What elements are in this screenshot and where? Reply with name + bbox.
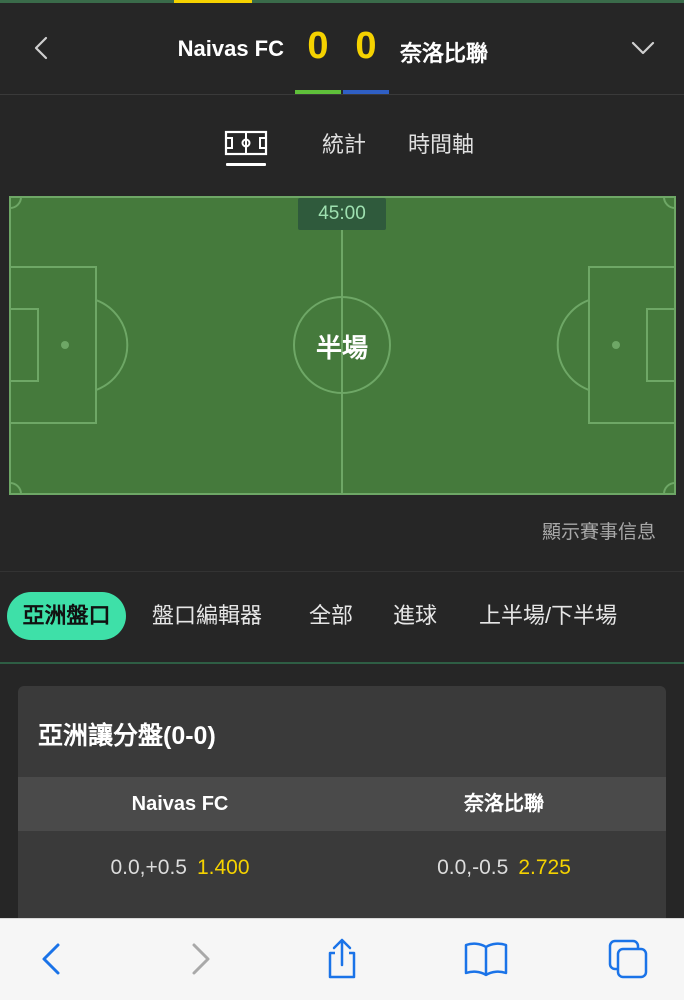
divider bbox=[0, 662, 684, 664]
market-title: 亞洲讓分盤(0-0) bbox=[38, 722, 216, 750]
away-team-name: 奈洛比聯 bbox=[400, 41, 489, 66]
tab-stats[interactable]: 統計 bbox=[322, 127, 366, 159]
active-tab-underline bbox=[226, 163, 266, 166]
odds-price: 2.725 bbox=[518, 856, 571, 879]
away-team-color-bar bbox=[343, 90, 389, 94]
handicap-line: 0.0,-0.5 bbox=[437, 856, 509, 879]
market-tab-goals[interactable]: 進球 bbox=[393, 592, 437, 640]
away-score: 0 bbox=[355, 25, 377, 67]
view-tabs: 統計 時間軸 bbox=[0, 118, 684, 178]
market-tab-bet-builder[interactable]: 盤口編輯器 bbox=[152, 592, 262, 640]
home-team-name: Naivas FC bbox=[177, 36, 284, 61]
home-team-color-bar bbox=[295, 90, 341, 94]
tabs-icon[interactable] bbox=[606, 937, 650, 981]
column-away-team: 奈洛比聯 bbox=[464, 793, 544, 815]
odds-button-home[interactable]: 0.0,+0.5 1.400 bbox=[18, 856, 342, 880]
chevron-down-icon[interactable] bbox=[628, 35, 658, 61]
odds-price: 1.400 bbox=[196, 856, 250, 879]
market-tabs: 亞洲盤口 盤口編輯器 全部 進球 上半場/下半場 bbox=[0, 592, 684, 642]
divider bbox=[0, 571, 684, 572]
market-tab-halves[interactable]: 上半場/下半場 bbox=[479, 592, 617, 640]
odds-column-header: Naivas FC 奈洛比聯 bbox=[18, 777, 666, 831]
odds-button-away[interactable]: 0.0,-0.5 2.725 bbox=[342, 856, 666, 880]
back-icon[interactable] bbox=[30, 937, 74, 981]
column-home-team: Naivas FC bbox=[131, 793, 229, 815]
market-tab-all[interactable]: 全部 bbox=[309, 592, 353, 640]
odds-card: 亞洲讓分盤(0-0) Naivas FC 奈洛比聯 0.0,+0.5 1.400 … bbox=[18, 686, 666, 926]
tab-timeline[interactable]: 時間軸 bbox=[408, 127, 474, 159]
browser-toolbar bbox=[0, 918, 684, 1000]
match-time-badge: 45:00 bbox=[298, 198, 386, 230]
home-score: 0 bbox=[307, 25, 329, 67]
bookmarks-icon[interactable] bbox=[462, 937, 508, 981]
handicap-line: 0.0,+0.5 bbox=[110, 856, 187, 879]
back-icon[interactable] bbox=[28, 33, 56, 63]
pitch-icon bbox=[224, 130, 268, 156]
market-tab-asian-handicap[interactable]: 亞洲盤口 bbox=[7, 592, 126, 640]
forward-icon[interactable] bbox=[178, 937, 222, 981]
tab-pitch[interactable] bbox=[224, 128, 268, 168]
match-status-label: 半場 bbox=[315, 333, 368, 363]
share-icon[interactable] bbox=[320, 937, 364, 981]
show-match-info-link[interactable]: 顯示賽事信息 bbox=[542, 517, 656, 544]
match-header: Naivas FC 0 0 奈洛比聯 bbox=[0, 3, 684, 95]
